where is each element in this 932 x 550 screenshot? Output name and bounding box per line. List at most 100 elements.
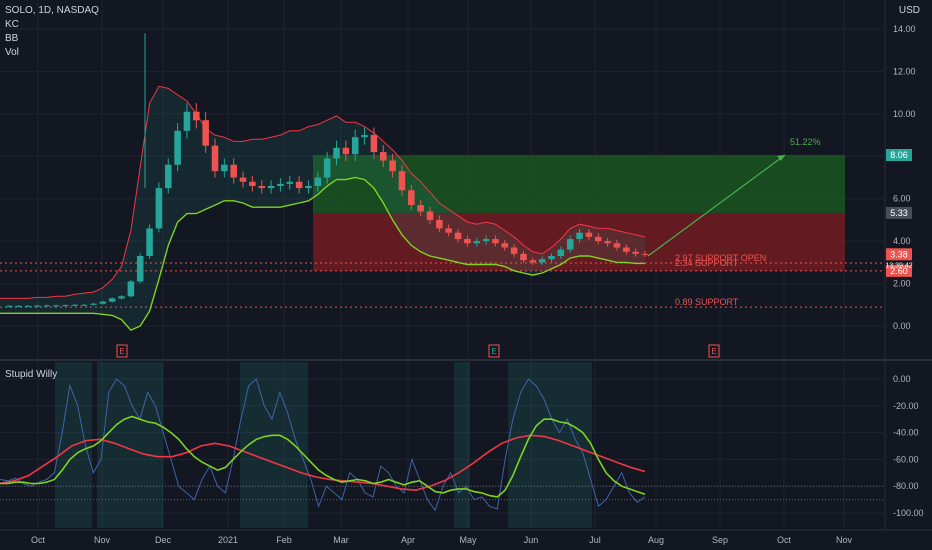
target-percent-label: 51.22% (790, 137, 821, 147)
bb-indicator-label[interactable]: BB (5, 33, 18, 44)
candle-body (183, 111, 191, 131)
candle-body (277, 183, 284, 186)
candle-body (295, 181, 303, 189)
candle-body (342, 147, 350, 155)
candle-body (305, 185, 312, 189)
candle-body (520, 253, 527, 261)
support-label: 0.89 SUPPORT (675, 297, 739, 307)
earnings-marker: E (711, 347, 716, 356)
x-tick-label: Dec (155, 535, 172, 545)
candle-body (641, 253, 649, 255)
y-tick-label: 2.00 (893, 279, 911, 289)
x-tick-label: Nov (836, 535, 853, 545)
candle-body (566, 239, 574, 250)
candle-body (155, 188, 163, 229)
candle-body (548, 255, 555, 260)
x-tick-label: Apr (401, 535, 415, 545)
candle-body (426, 211, 434, 220)
candle-body (538, 259, 546, 263)
x-tick-label: Aug (648, 535, 664, 545)
osc-y-tick-label: 0.00 (893, 374, 911, 384)
chart-canvas: Oct Nov Dec 2021 Feb Mar Apr May Jun Jul Aug Sep Oct… (0, 0, 932, 545)
candle-body (267, 185, 275, 189)
candle-body (370, 135, 378, 153)
candle-body (510, 247, 518, 254)
candle-body (492, 239, 499, 244)
candle-body (286, 181, 294, 184)
candle-body (379, 152, 387, 161)
oscillator-zone (97, 362, 163, 528)
kc-indicator-label[interactable]: KC (5, 19, 19, 30)
candle-body (118, 296, 125, 299)
vol-indicator-label[interactable]: Vol (5, 47, 19, 58)
candle-body (174, 130, 181, 165)
currency-label: USD (898, 5, 920, 16)
y-tick-label: 14.00 (893, 24, 916, 34)
candle-body (62, 305, 69, 307)
candle-body (361, 135, 368, 138)
candle-body (613, 243, 621, 248)
candle-body (417, 205, 424, 212)
symbol-title[interactable]: SOLO, 1D, NASDAQ (5, 5, 99, 16)
candle-body (333, 147, 340, 159)
price-badge-label: 3.38 (890, 249, 908, 259)
candle-body (323, 158, 331, 178)
candle-body (557, 249, 565, 256)
osc-y-tick-label: -60.00 (893, 454, 919, 464)
y-tick-label: 6.00 (893, 194, 911, 204)
y-tick-label: 0.00 (893, 321, 911, 331)
oscillator-zone (508, 362, 592, 528)
x-tick-label: Sep (712, 535, 728, 545)
candle-body (34, 305, 41, 307)
candle-body (43, 305, 51, 307)
x-tick-label: Oct (777, 535, 792, 545)
candle-body (71, 304, 79, 306)
price-badge-label: 8.06 (890, 150, 908, 160)
osc-y-tick-label: -80.00 (893, 481, 919, 491)
y-tick-label: 10.00 (893, 109, 916, 119)
candle-body (436, 219, 443, 229)
oscillator-zone (454, 362, 470, 528)
candle-body (193, 111, 200, 121)
candle-body (314, 177, 322, 186)
osc-y-tick-label: -100.00 (893, 508, 924, 518)
candle-body (202, 120, 209, 146)
candle-body (351, 137, 359, 155)
earnings-marker: E (491, 347, 496, 356)
support-label: 2.34 SUPPORT (675, 258, 739, 268)
candle-body (464, 239, 471, 244)
candle-body (24, 305, 32, 307)
earnings-marker: E (119, 347, 124, 356)
candle-body (239, 177, 247, 182)
candle-body (80, 304, 88, 306)
osc-y-tick-label: -40.00 (893, 428, 919, 438)
candle-body (389, 160, 396, 172)
y-tick-label: 4.00 (893, 236, 911, 246)
candle-body (211, 145, 219, 172)
candle-body (445, 228, 452, 233)
x-tick-label: Feb (276, 535, 292, 545)
x-tick-label: Jun (524, 535, 539, 545)
candle-body (146, 228, 153, 256)
candle-body (6, 305, 13, 307)
price-badge-label: 5.33 (890, 208, 908, 218)
candle-body (90, 303, 97, 305)
candle-body (398, 171, 406, 191)
candle-body (604, 241, 611, 244)
candle-body (529, 260, 537, 263)
oscillator-title[interactable]: Stupid Willy (5, 369, 57, 380)
candle-body (164, 164, 172, 189)
candle-body (585, 232, 593, 237)
candle-body (594, 236, 602, 242)
candle-body (99, 301, 107, 304)
osc-y-tick-label: -20.00 (893, 401, 919, 411)
countdown-label: 13:39:42 (885, 262, 912, 269)
candle-body (15, 305, 22, 307)
candle-body (482, 239, 490, 242)
y-tick-label: 12.00 (893, 66, 916, 76)
candle-body (632, 251, 639, 254)
candle-body (258, 185, 266, 189)
x-tick-label: Oct (31, 535, 46, 545)
candle-body (408, 190, 415, 206)
candle-body (576, 232, 583, 240)
